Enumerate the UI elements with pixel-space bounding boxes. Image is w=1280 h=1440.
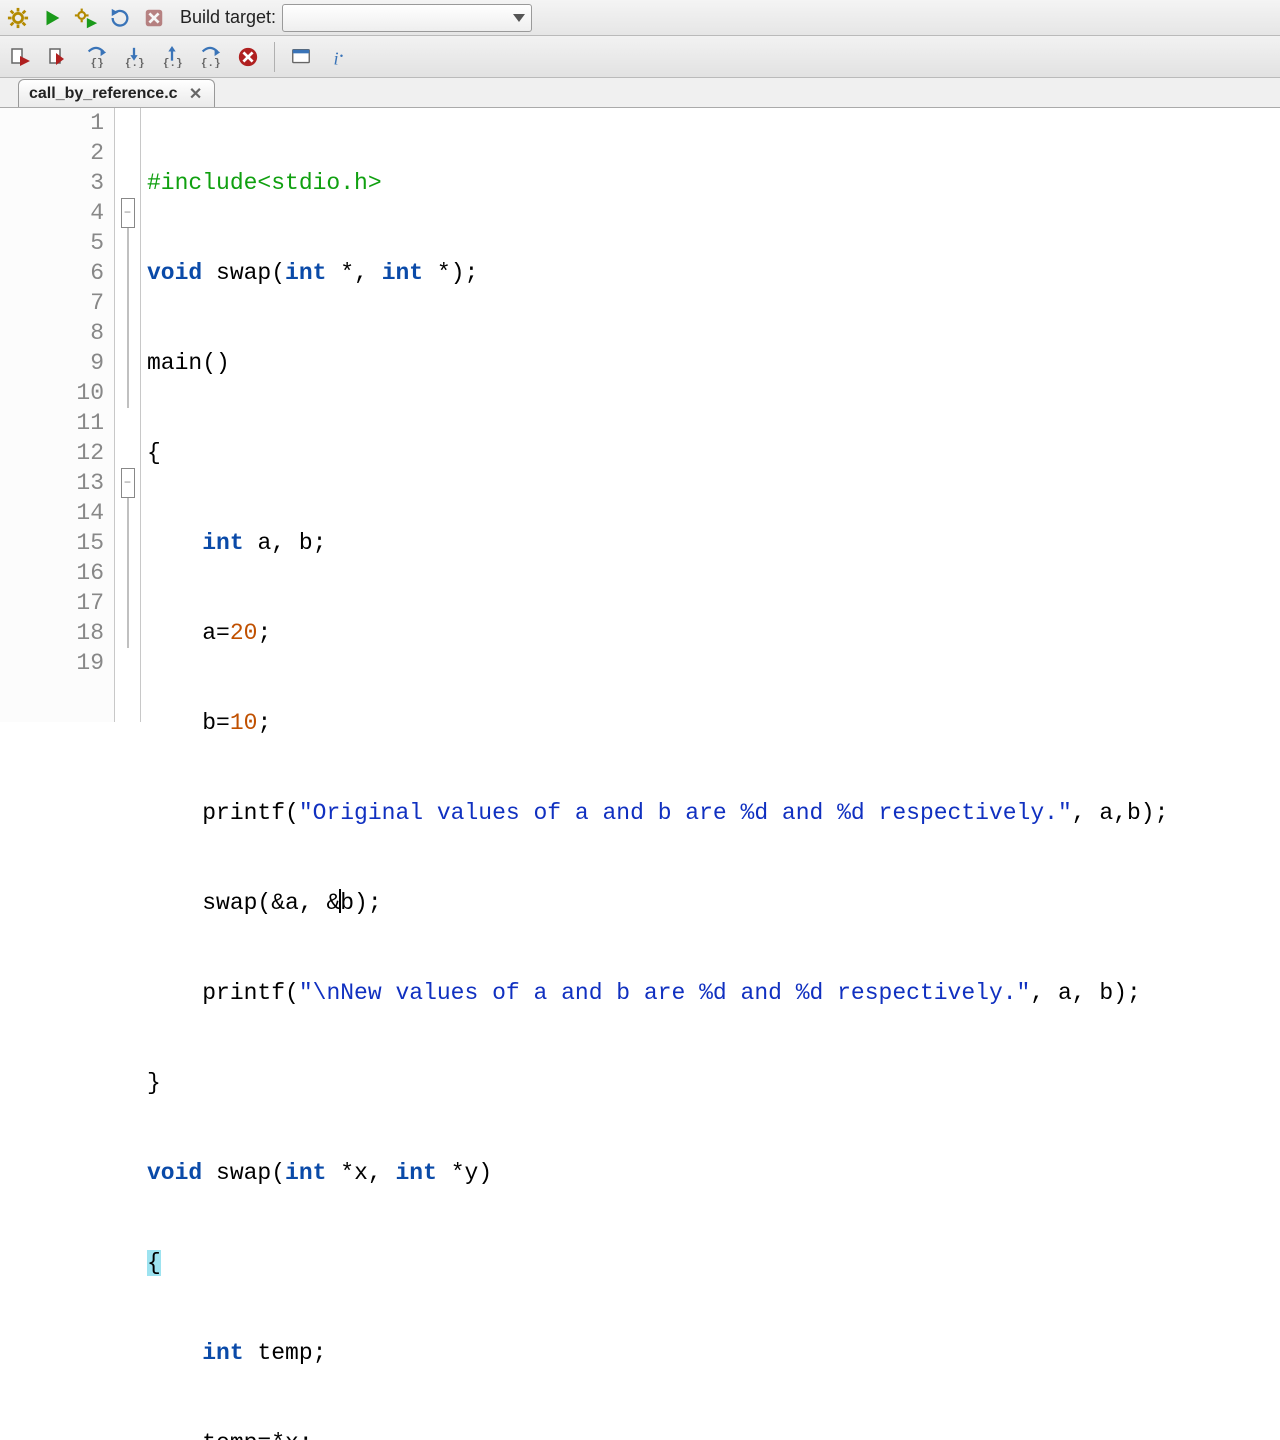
code-line: a=20;	[147, 618, 1280, 648]
line-number: 19	[0, 648, 104, 678]
line-number: 6	[0, 258, 104, 288]
build-target-combo[interactable]	[282, 4, 532, 32]
run-to-cursor-icon[interactable]	[42, 41, 74, 73]
abort-icon	[140, 4, 168, 32]
line-number: 14	[0, 498, 104, 528]
code-line: b=10;	[147, 708, 1280, 738]
toolbar-debug: {} {.} {.} {.} i•	[0, 36, 1280, 78]
step-out-icon[interactable]: {.}	[156, 41, 188, 73]
gear-icon[interactable]	[4, 4, 32, 32]
line-number: 1	[0, 108, 104, 138]
line-number: 5	[0, 228, 104, 258]
code-line: {	[147, 1248, 1280, 1278]
code-line: int a, b;	[147, 528, 1280, 558]
info-icon[interactable]: i•	[323, 41, 355, 73]
code-line: main()	[147, 348, 1280, 378]
line-number: 10	[0, 378, 104, 408]
debug-start-icon[interactable]	[4, 41, 36, 73]
line-number: 15	[0, 528, 104, 558]
line-number: 4	[0, 198, 104, 228]
line-number: 2	[0, 138, 104, 168]
toolbar-divider	[274, 42, 275, 72]
line-number: 7	[0, 288, 104, 318]
debug-windows-icon[interactable]	[285, 41, 317, 73]
line-number: 17	[0, 588, 104, 618]
fold-gutter: −−	[115, 108, 141, 722]
stop-debug-icon[interactable]	[232, 41, 264, 73]
code-line: printf("\nNew values of a and b are %d a…	[147, 978, 1280, 1008]
code-line: {	[147, 438, 1280, 468]
code-line: #include<stdio.h>	[147, 168, 1280, 198]
line-number: 12	[0, 438, 104, 468]
svg-text:i: i	[334, 48, 339, 68]
line-number: 3	[0, 168, 104, 198]
tab-filename: call_by_reference.c	[29, 85, 178, 103]
rebuild-icon[interactable]	[106, 4, 134, 32]
code-line: }	[147, 1068, 1280, 1098]
line-number: 18	[0, 618, 104, 648]
fold-toggle-icon[interactable]: −	[121, 468, 135, 498]
line-number: 16	[0, 558, 104, 588]
svg-text:{.}: {.}	[163, 58, 183, 68]
svg-text:{.}: {.}	[201, 58, 221, 68]
build-and-run-icon[interactable]	[72, 4, 100, 32]
play-icon[interactable]	[38, 4, 66, 32]
toolbar-build: Build target:	[0, 0, 1280, 36]
close-icon[interactable]: ✕	[188, 86, 204, 102]
editor-tab[interactable]: call_by_reference.c ✕	[18, 79, 215, 107]
code-line: int temp;	[147, 1338, 1280, 1368]
next-line-icon[interactable]: {}	[80, 41, 112, 73]
chevron-down-icon	[513, 14, 525, 22]
editor-tab-bar: call_by_reference.c ✕	[0, 78, 1280, 108]
code-line: swap(&a, &b);	[147, 888, 1280, 918]
svg-text:{}: {}	[91, 58, 104, 68]
code-line: void swap(int *, int *);	[147, 258, 1280, 288]
svg-text:•: •	[340, 50, 343, 60]
code-area[interactable]: #include<stdio.h> void swap(int *, int *…	[141, 108, 1280, 722]
code-line: void swap(int *x, int *y)	[147, 1158, 1280, 1188]
code-line: printf("Original values of a and b are %…	[147, 798, 1280, 828]
build-target-label: Build target:	[180, 7, 276, 28]
fold-toggle-icon[interactable]: −	[121, 198, 135, 228]
line-number: 13	[0, 468, 104, 498]
code-line: temp=*x;	[147, 1428, 1280, 1440]
line-number-gutter: 12345678910111213141516171819	[0, 108, 115, 722]
step-into-icon[interactable]: {.}	[118, 41, 150, 73]
line-number: 8	[0, 318, 104, 348]
next-instr-icon[interactable]: {.}	[194, 41, 226, 73]
svg-text:{.}: {.}	[125, 58, 145, 68]
line-number: 11	[0, 408, 104, 438]
code-editor[interactable]: 12345678910111213141516171819 −− #includ…	[0, 108, 1280, 722]
line-number: 9	[0, 348, 104, 378]
